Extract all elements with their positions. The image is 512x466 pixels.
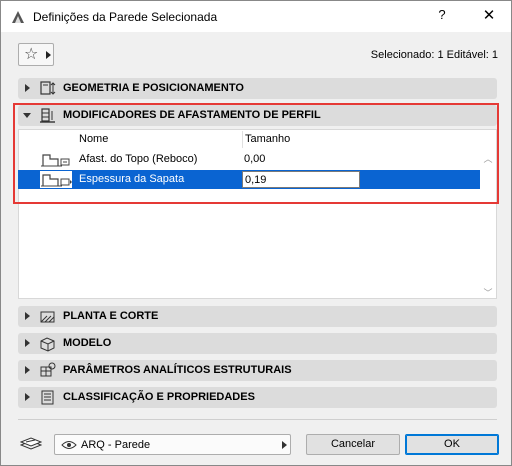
classification-icon [41, 390, 54, 405]
profile-modifier-icon [40, 108, 55, 123]
layer-name: ARQ - Parede [81, 439, 151, 451]
app-icon [12, 11, 24, 23]
favorites-button[interactable]: ☆ [18, 43, 54, 66]
table-row[interactable]: Afast. do Topo (Reboco) 0,00 [18, 150, 480, 169]
section-label: MODIFICADORES DE AFASTAMENTO DE PERFIL [63, 109, 321, 121]
dialog-window: Definições da Parede Selecionada ? ✕ ☆ S… [0, 0, 512, 466]
expand-arrow-icon [25, 366, 30, 374]
section-label: CLASSIFICAÇÃO E PROPRIEDADES [63, 391, 255, 403]
section-model[interactable]: MODELO [18, 333, 497, 354]
chevron-right-icon [46, 51, 51, 59]
collapse-arrow-icon [23, 113, 31, 118]
expand-arrow-icon [25, 312, 30, 320]
cancel-button[interactable]: Cancelar [306, 434, 400, 455]
section-plan-section[interactable]: PLANTA E CORTE [18, 306, 497, 327]
section-label: PARÂMETROS ANALÍTICOS ESTRUTURAIS [63, 364, 292, 376]
star-icon: ☆ [24, 46, 39, 63]
section-classification[interactable]: CLASSIFICAÇÃO E PROPRIEDADES [18, 387, 497, 408]
section-label: PLANTA E CORTE [63, 310, 159, 322]
expand-arrow-icon [25, 84, 30, 92]
eye-icon [61, 441, 77, 449]
scroll-up-icon[interactable]: ︿ [483, 152, 493, 165]
column-divider [242, 131, 243, 148]
section-geometry[interactable]: GEOMETRIA E POSICIONAMENTO [18, 78, 497, 99]
value-input[interactable]: 0,19 [242, 171, 360, 188]
expand-arrow-icon [25, 393, 30, 401]
row-name: Espessura da Sapata [79, 173, 185, 185]
section-label: MODELO [63, 337, 112, 349]
column-header-name[interactable]: Nome [79, 133, 108, 145]
geometry-icon [40, 81, 56, 95]
model-icon [40, 337, 55, 352]
selection-count: Selecionado: 1 Editável: 1 [370, 49, 498, 61]
column-header-size[interactable]: Tamanho [245, 133, 290, 145]
title-bar: Definições da Parede Selecionada ? ✕ [1, 1, 511, 32]
close-button[interactable]: ✕ [479, 6, 499, 24]
wall-profile-icon [41, 154, 70, 167]
wall-footing-icon [40, 171, 72, 188]
section-structural-analysis[interactable]: PARÂMETROS ANALÍTICOS ESTRUTURAIS [18, 360, 497, 381]
window-title: Definições da Parede Selecionada [33, 10, 218, 24]
ok-button[interactable]: OK [405, 434, 499, 455]
row-name: Afast. do Topo (Reboco) [79, 153, 198, 165]
help-button[interactable]: ? [432, 7, 452, 22]
section-profile-modifiers[interactable]: MODIFICADORES DE AFASTAMENTO DE PERFIL [18, 105, 497, 126]
floor-plan-icon [40, 311, 55, 323]
footer-divider [18, 419, 497, 420]
row-value[interactable]: 0,00 [244, 153, 265, 165]
structural-analysis-icon [40, 362, 56, 377]
expand-arrow-icon [25, 339, 30, 347]
chevron-right-icon [282, 441, 287, 449]
section-label: GEOMETRIA E POSICIONAMENTO [63, 82, 244, 94]
table-row-selected[interactable]: Espessura da Sapata 0,19 [18, 170, 480, 189]
layer-select[interactable]: ARQ - Parede [54, 434, 291, 455]
scroll-down-icon[interactable]: ﹀ [483, 286, 493, 299]
layer-icon [20, 437, 42, 450]
